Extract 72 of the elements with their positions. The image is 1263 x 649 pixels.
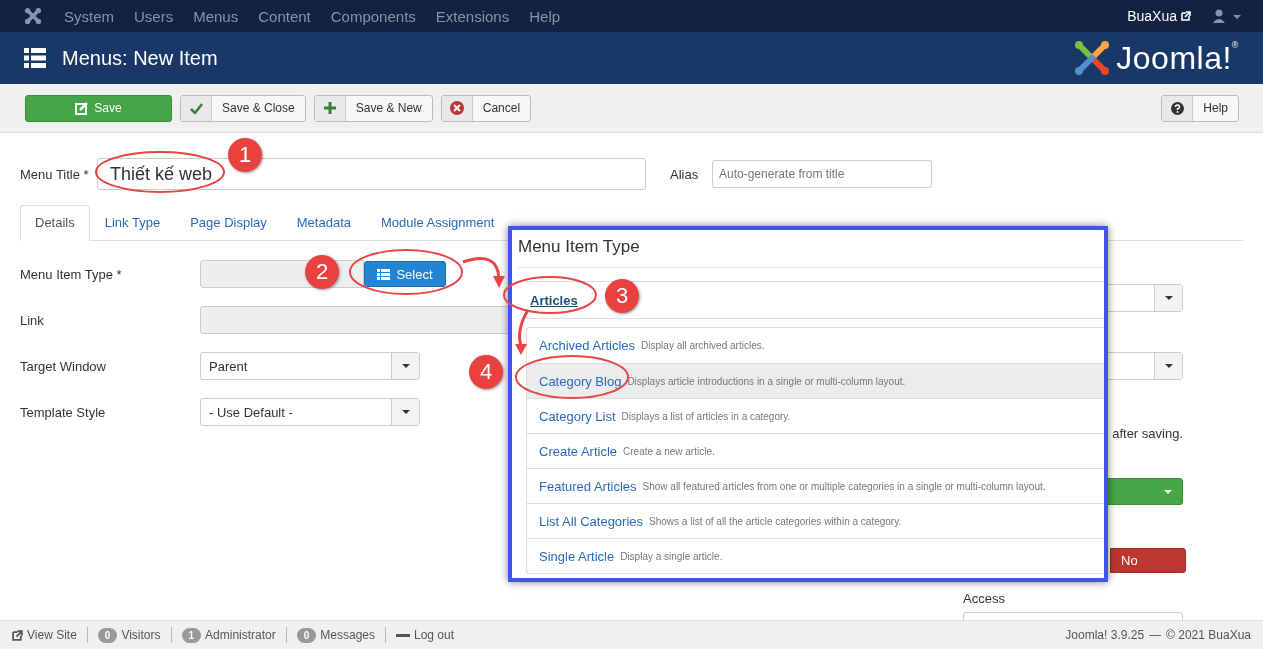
- nav-menu-item[interactable]: Users: [134, 7, 174, 25]
- annotation-arrow: [515, 309, 530, 355]
- list-icon: [24, 48, 46, 68]
- tab[interactable]: Link Type: [89, 205, 176, 240]
- tab[interactable]: Page Display: [175, 205, 282, 240]
- user-menu-icon[interactable]: [1213, 9, 1243, 23]
- toolbar-button[interactable]: Help: [1161, 94, 1239, 122]
- field-label: Menu Title *: [20, 166, 90, 182]
- caret-icon: [1164, 364, 1173, 368]
- field-label: Link: [20, 312, 45, 328]
- menu-type-item[interactable]: Category List Displays a list of articles in a category.: [527, 398, 1104, 433]
- dropdown[interactable]: - Use Default -: [200, 398, 420, 426]
- view-site-link[interactable]: View Site: [12, 628, 77, 642]
- tab[interactable]: Module Assignment: [366, 205, 510, 240]
- toggle-button[interactable]: No: [1110, 548, 1186, 573]
- toolbar-button[interactable]: Save & Close: [180, 94, 306, 122]
- nav-menu-item[interactable]: Components: [330, 7, 416, 25]
- nav-menu-item[interactable]: Extensions: [435, 7, 510, 25]
- nav-menu-item[interactable]: System: [64, 7, 114, 25]
- field-label: Template Style: [20, 404, 107, 420]
- nav-menu-item[interactable]: Menus: [193, 7, 239, 25]
- dropdown[interactable]: Parent: [200, 352, 420, 380]
- field-label: Target Window: [20, 358, 107, 374]
- alias-input[interactable]: Auto-generate from title: [712, 160, 932, 188]
- field-label: Access: [963, 591, 1005, 606]
- check-icon: [189, 102, 203, 114]
- status-counter[interactable]: 0 Visitors: [97, 627, 161, 643]
- step-badge: 4: [469, 355, 503, 389]
- logout-link[interactable]: Log out: [396, 628, 455, 642]
- nav-menu-item[interactable]: Content: [258, 7, 311, 25]
- status-counter[interactable]: 0 Messages: [296, 627, 375, 643]
- external-link-icon: [12, 629, 23, 641]
- tab[interactable]: Metadata: [281, 205, 366, 240]
- toolbar-button[interactable]: Save & New: [313, 94, 433, 122]
- menu-type-item[interactable]: Create Article Create a new article.: [527, 433, 1104, 468]
- toolbar-button[interactable]: Cancel: [440, 94, 532, 122]
- tab[interactable]: Details: [20, 205, 90, 241]
- field-label: Menu Item Type *: [20, 266, 123, 282]
- step-badge: 2: [305, 255, 339, 289]
- plus-icon: [323, 102, 336, 114]
- caret-icon: [1164, 489, 1172, 494]
- save-button[interactable]: Save: [25, 94, 172, 122]
- category-link[interactable]: Articles: [530, 292, 578, 308]
- external-link-icon: [1181, 11, 1191, 21]
- version-text: Joomla! 3.9.25: [1065, 628, 1145, 642]
- annotation-arrow: [462, 257, 505, 288]
- menu-type-item[interactable]: Archived Articles Display all archived articles.: [527, 328, 1104, 363]
- minus-icon: [396, 633, 410, 637]
- status-counter[interactable]: 1 Administrator: [181, 627, 276, 643]
- caret-icon: [1164, 296, 1173, 300]
- help-text: after saving.: [1112, 426, 1183, 441]
- help-icon: [1170, 101, 1184, 115]
- logo-text: Joomla!$^{®}$: [1116, 39, 1239, 77]
- site-link[interactable]: BuaXua: [1127, 8, 1177, 24]
- step-badge: 1: [228, 138, 262, 172]
- caret-icon: [401, 410, 410, 414]
- menu-type-item[interactable]: Featured Articles Show all featured articles from one or multiple categories in a single or multi-column layout.: [527, 468, 1104, 503]
- select-button[interactable]: Select: [364, 261, 446, 287]
- modal-title: Menu Item Type: [518, 230, 1104, 268]
- edit-icon: [75, 101, 89, 115]
- nav-menu-item[interactable]: Help: [529, 7, 561, 25]
- field-label: Alias: [670, 166, 700, 182]
- menu-type-item[interactable]: List All Categories Shows a list of all the article categories within a category.: [527, 503, 1104, 538]
- menu-type-item[interactable]: Single Article Display a single article.: [527, 538, 1104, 573]
- list-icon: [377, 268, 391, 280]
- caret-icon: [401, 364, 410, 368]
- copyright-text: © 2021 BuaXua: [1166, 628, 1251, 642]
- dash-separator: —: [1149, 628, 1162, 642]
- page-title: Menus: New Item: [62, 46, 218, 70]
- cancel-icon: [449, 101, 464, 115]
- menu-type-item[interactable]: Category Blog Displays article introductions in a single or multi-column layout.: [527, 363, 1104, 398]
- logo-icon: [1074, 40, 1111, 76]
